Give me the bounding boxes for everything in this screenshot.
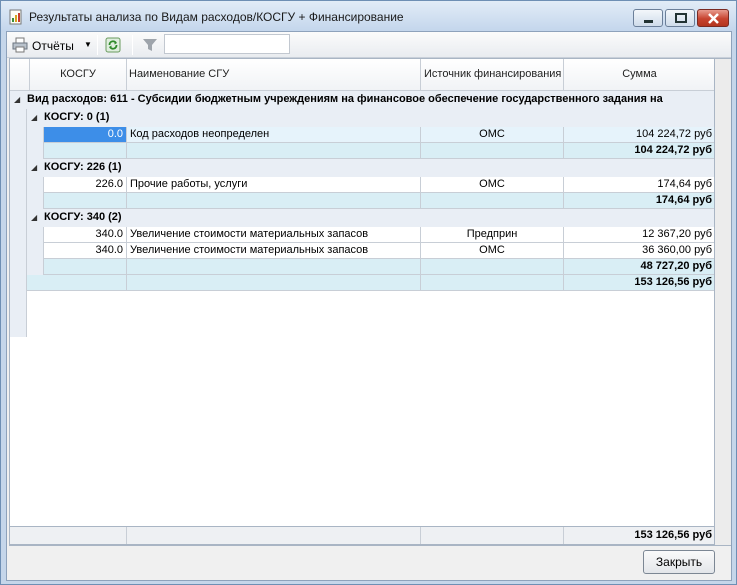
header-spacer [10,59,30,91]
subtotal-row: 174,64 руб [10,193,714,209]
filter-button[interactable] [142,35,158,55]
group-title: КОСГУ: 226 (1) [44,161,122,173]
subtotal-cell [421,193,564,209]
cell-source[interactable]: Предприн [421,227,564,243]
subtotal-row: 48 727,20 руб [10,259,714,275]
refresh-button[interactable] [104,35,122,55]
maximize-button[interactable] [665,9,695,27]
window-title: Результаты анализа по Видам расходов/КОС… [29,10,404,24]
cell-name[interactable]: Прочие работы, услуги [127,177,421,193]
refresh-icon [105,37,121,53]
close-button[interactable]: Закрыть [643,550,715,574]
filter-input[interactable] [164,34,290,54]
subtotal-sum: 48 727,20 руб [564,259,714,275]
subtotal-cell [44,259,127,275]
footer-cell [421,527,564,544]
subtotal-cell [421,143,564,159]
cell-kosgu[interactable]: 340.0 [44,243,127,259]
column-header-source[interactable]: Источник финансирования [421,59,564,91]
subtotal-sum: 104 224,72 руб [564,143,714,159]
cell-name[interactable]: Увеличение стоимости материальных запасо… [127,227,421,243]
total-cell [127,275,421,291]
reports-label: Отчёты [32,39,74,53]
cell-name[interactable]: Увеличение стоимости материальных запасо… [127,243,421,259]
footer-total-sum: 153 126,56 руб [634,529,712,541]
table-row[interactable]: 226.0 Прочие работы, услуги ОМС 174,64 р… [10,177,714,193]
cell-sum[interactable]: 174,64 руб [564,177,714,193]
group-row-kosgu[interactable]: ◢ КОСГУ: 340 (2) [27,209,714,227]
collapse-icon[interactable]: ◢ [31,209,39,227]
footer-cell [127,527,421,544]
subtotal-cell [127,143,421,159]
cell-name[interactable]: Код расходов неопределен [127,127,421,143]
cell-sum[interactable]: 12 367,20 руб [564,227,714,243]
subtotal-cell [421,259,564,275]
grid-footer: 153 126,56 руб [9,526,715,545]
subtotal-cell [44,193,127,209]
maximize-icon [675,13,687,23]
client-area: Отчёты ▼ КОСГУ Наименование СГУ Источник… [6,31,732,581]
toolbar: Отчёты ▼ [7,32,731,58]
subtotal-cell [127,259,421,275]
cell-source[interactable]: ОМС [421,243,564,259]
subtotal-cell [44,143,127,159]
group-row-kosgu[interactable]: ◢ КОСГУ: 226 (1) [27,159,714,177]
collapse-icon[interactable]: ◢ [31,159,39,177]
cell-sum[interactable]: 104 224,72 руб [564,127,714,143]
cell-kosgu[interactable]: 226.0 [44,177,127,193]
cell-sum[interactable]: 36 360,00 руб [564,243,714,259]
subtotal-row: 104 224,72 руб [10,143,714,159]
printer-icon [12,37,28,53]
data-grid: КОСГУ Наименование СГУ Источник финансир… [9,58,715,546]
toolbar-separator [97,35,98,55]
group-total-row: 153 126,56 руб [10,275,714,291]
title-bar: Результаты анализа по Видам расходов/КОС… [1,1,736,31]
vertical-scrollbar[interactable] [715,58,731,546]
table-row[interactable]: 0.0 Код расходов неопределен ОМС 104 224… [10,127,714,143]
total-cell [27,275,127,291]
report-icon [9,9,22,25]
toolbar-separator [132,35,133,55]
minimize-icon [644,20,653,23]
filter-icon [143,39,157,51]
footer-cell [10,527,127,544]
dropdown-arrow-icon: ▼ [84,40,92,49]
table-row[interactable]: 340.0 Увеличение стоимости материальных … [10,243,714,259]
column-header-sum[interactable]: Сумма [564,59,714,91]
main-window: Результаты анализа по Видам расходов/КОС… [0,0,737,585]
bottom-bar: Закрыть [7,546,731,580]
table-row[interactable]: 340.0 Увеличение стоимости материальных … [10,227,714,243]
group-row-kosgu[interactable]: ◢ КОСГУ: 0 (1) [27,109,714,127]
reports-menu-button[interactable]: Отчёты ▼ [10,35,94,55]
minimize-button[interactable] [633,9,663,27]
total-cell [421,275,564,291]
cell-kosgu[interactable]: 340.0 [44,227,127,243]
window-close-button[interactable] [697,9,729,27]
group-title: КОСГУ: 0 (1) [44,111,110,123]
cell-source[interactable]: ОМС [421,127,564,143]
group-row-expense-type[interactable]: ◢ Вид расходов: 611 - Субсидии бюджетным… [10,91,714,109]
column-header-name[interactable]: Наименование СГУ [127,59,421,91]
group-title: КОСГУ: 340 (2) [44,211,122,223]
group-title: Вид расходов: 611 - Субсидии бюджетным у… [27,93,663,105]
cell-kosgu[interactable]: 0.0 [44,127,127,143]
cell-source[interactable]: ОМС [421,177,564,193]
close-icon [708,13,719,24]
column-header-kosgu[interactable]: КОСГУ [30,59,127,91]
collapse-icon[interactable]: ◢ [31,109,39,127]
subtotal-cell [127,193,421,209]
group-total-sum: 153 126,56 руб [564,275,714,291]
subtotal-sum: 174,64 руб [564,193,714,209]
collapse-icon[interactable]: ◢ [14,91,22,109]
